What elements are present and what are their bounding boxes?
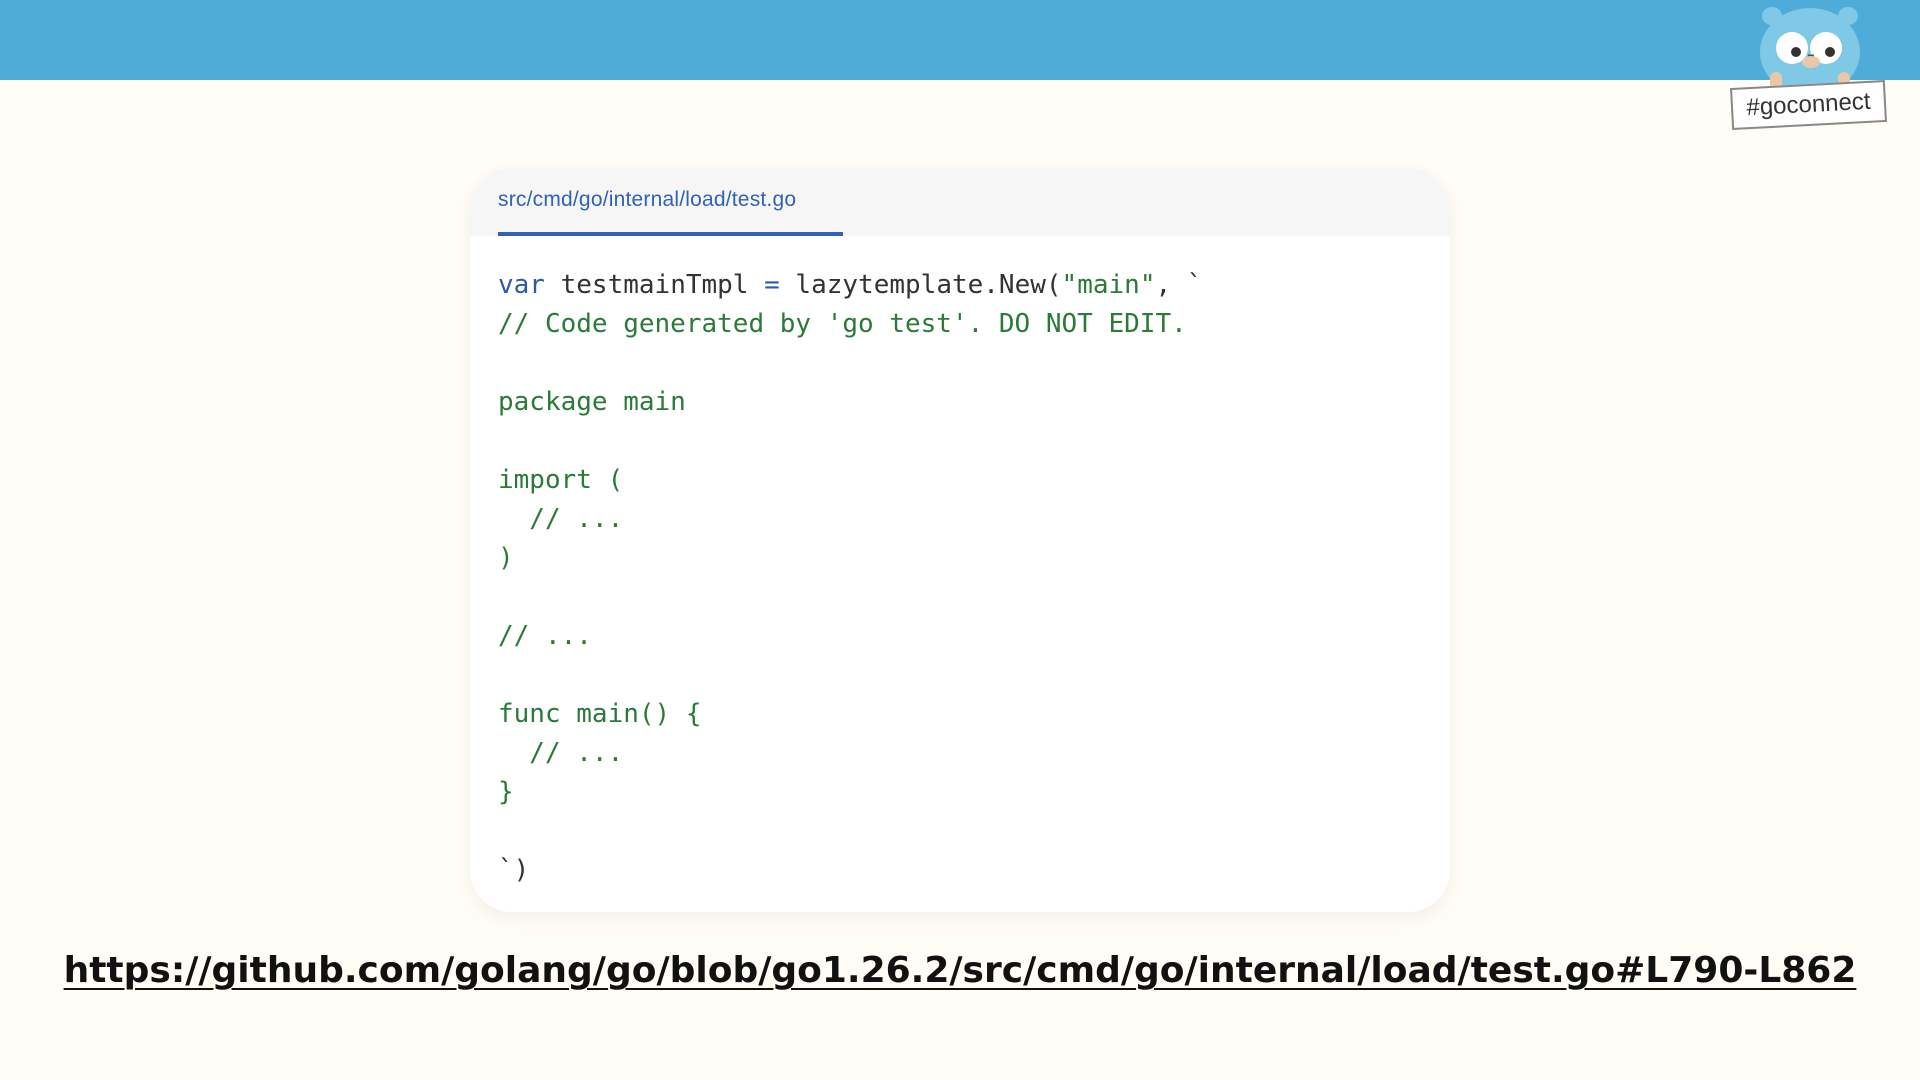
code-card: src/cmd/go/internal/load/test.go var tes… [470,168,1450,912]
call-rest: , ` [1155,270,1203,300]
top-banner [0,0,1920,80]
code-line-10: // ... [498,621,592,651]
code-line-1: var testmainTmpl = lazytemplate.New("mai… [498,266,1202,305]
file-tab[interactable]: src/cmd/go/internal/load/test.go [498,168,843,236]
code-line-4: package main [498,387,686,417]
variable-name: testmainTmpl [544,270,765,300]
hashtag-label: #goconnect [1745,87,1872,122]
goconnect-hashtag-badge: #goconnect [1730,79,1887,131]
file-tab-bar: src/cmd/go/internal/load/test.go [470,168,1450,236]
code-line-14: } [498,777,514,807]
code-line-6: import ( [498,465,624,495]
code-block: var testmainTmpl = lazytemplate.New("mai… [498,266,1202,890]
source-link[interactable]: https://github.com/golang/go/blob/go1.26… [0,950,1920,991]
code-line-2: // Code generated by 'go test'. DO NOT E… [498,309,1187,339]
string-literal: "main" [1061,270,1156,300]
code-line-8: ) [498,543,514,573]
code-line-13: // ... [498,738,624,768]
keyword-var: var [498,270,545,300]
assign-operator: = [764,270,780,300]
code-line-16: `) [498,855,530,885]
file-path-label: src/cmd/go/internal/load/test.go [498,188,797,211]
code-line-12: func main() { [498,699,702,729]
function-call: lazytemplate.New( [779,270,1062,300]
code-line-7: // ... [498,504,624,534]
